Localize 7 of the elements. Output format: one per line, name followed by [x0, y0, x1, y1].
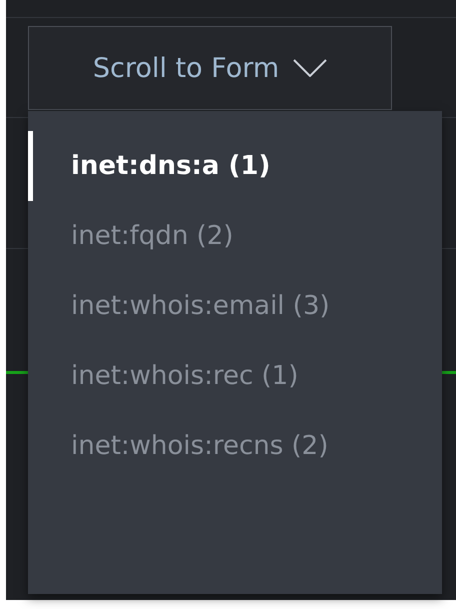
- chevron-down-icon: [293, 59, 328, 77]
- menu-item[interactable]: inet:dns:a (1): [28, 131, 442, 201]
- scroll-to-form-dropdown[interactable]: Scroll to Form: [28, 26, 392, 110]
- menu-item[interactable]: inet:whois:email (3): [28, 271, 442, 341]
- menu-item[interactable]: inet:whois:rec (1): [28, 341, 442, 411]
- menu-item[interactable]: inet:whois:recns (2): [28, 411, 442, 481]
- menu-item[interactable]: inet:fqdn (2): [28, 201, 442, 271]
